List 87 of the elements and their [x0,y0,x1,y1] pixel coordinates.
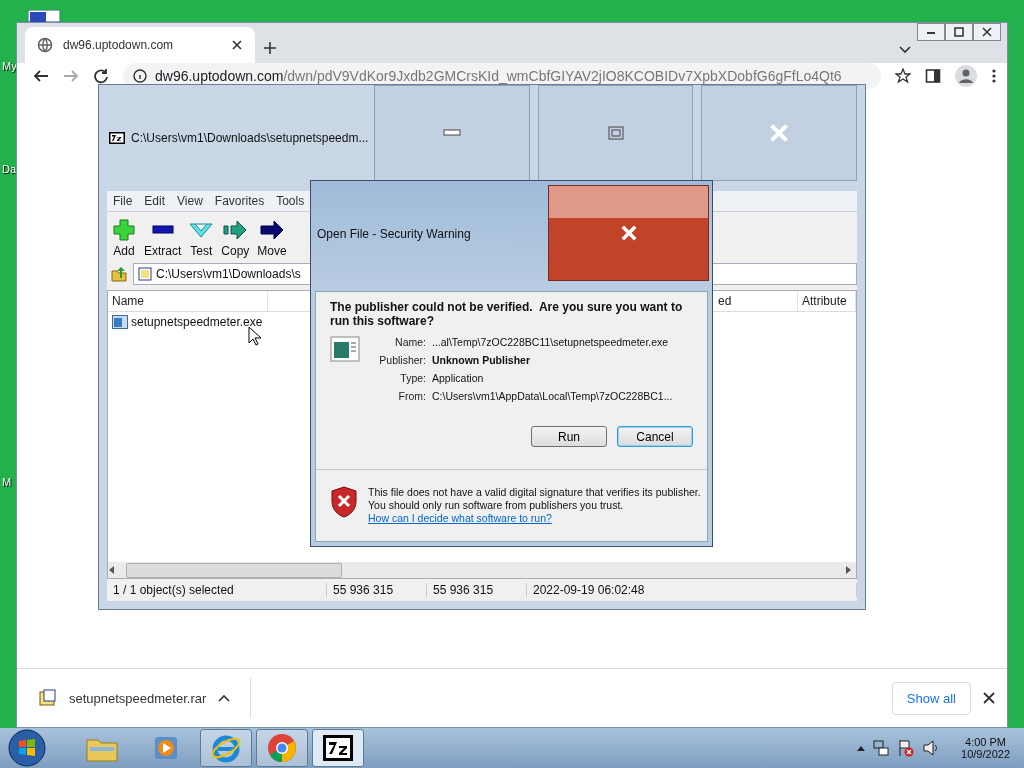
path-text: C:\Users\vm1\Downloads\s [156,267,301,281]
close-icon [770,124,789,142]
status-text: 1 / 1 object(s) selected [107,583,327,597]
column-header[interactable]: Name [108,291,268,311]
desktop-icon-label: Da [2,163,17,175]
field-label: Publisher: [378,354,426,366]
file-name-cell[interactable]: setupnetspeedmeter.exe [108,315,268,329]
close-icon [620,225,637,241]
url-text: dw96.uptodown.com/dwn/pdV9VdKor9Jxdb2GMCrsKId_wmCbfGIYAV2jIO8KCOBIDv7XpbXDobfG6gFfLo4Qt6 [155,68,842,84]
menu-item[interactable]: Tools [270,191,311,211]
menu-item[interactable]: Edit [138,191,172,211]
info-icon [133,69,147,83]
close-icon[interactable] [983,692,995,704]
folder-up-icon[interactable] [111,266,127,282]
scrollbar-thumb[interactable] [126,562,342,578]
arrow-right-icon [223,218,248,242]
minimize-icon [443,129,462,137]
toolbar-button[interactable]: Copy [218,212,253,262]
maximize-button[interactable] [945,23,973,41]
archive-file-icon [138,267,152,281]
toolbar-button[interactable]: Move [254,212,290,262]
new-tab-icon[interactable] [263,41,277,55]
desktop-icon-label: M [2,476,12,488]
media-player-icon[interactable] [152,734,180,762]
taskbar-button[interactable] [312,729,364,767]
status-text: 55 936 315 [327,583,427,597]
close-icon[interactable] [231,39,243,51]
dialog-button[interactable]: Run [531,426,607,447]
chevron-up-icon[interactable] [218,694,231,702]
program-file-icon [112,315,128,329]
speaker-icon[interactable] [923,740,940,756]
chevron-down-icon[interactable] [899,46,911,54]
application-icon [330,336,360,362]
close-icon [982,27,992,37]
desktop-icon-label: My [2,60,17,72]
field-value: C:\Users\vm1\AppData\Local\Temp\7zOC228BC1... [432,390,673,402]
menu-item[interactable]: Favorites [208,191,271,211]
menu-item[interactable]: View [171,191,209,211]
shield-error-icon [330,486,358,518]
profile-icon[interactable] [955,65,977,87]
toolbar-button[interactable]: Add [109,212,139,262]
globe-icon [37,37,53,53]
field-label: From: [397,390,426,402]
archive-app-icon [109,132,125,144]
more-icon[interactable] [991,68,997,84]
close-button[interactable] [973,23,1001,41]
field-label: Type: [399,372,426,384]
dialog-title: Open File - Security Warning [317,227,471,241]
plus-icon [112,218,136,242]
warning-text: This file does not have a valid digital signature that verifies its publisher. You should only run software from publishers you trust. [368,486,702,512]
star-icon[interactable] [895,68,911,84]
arrow-right-icon [260,218,285,242]
menu-item[interactable]: File [107,191,139,211]
help-link[interactable]: How can I decide what software to run? [368,512,703,525]
back-icon[interactable] [33,68,49,84]
start-button-icon[interactable] [8,729,46,767]
download-file-name[interactable]: setupnetspeedmeter.rar [69,690,207,706]
show-all-button[interactable]: Show all [891,681,971,715]
archive-file-icon [39,689,57,707]
field-value: Unknown Publisher [432,354,531,366]
maximize-icon [607,126,624,140]
scroll-right-icon[interactable] [844,566,852,574]
clock-time[interactable]: 4:00 PM [965,736,1006,748]
archive-app-icon[interactable] [322,734,354,762]
minimize-button[interactable] [917,23,945,41]
status-text: 2022-09-19 06:02:48 [527,583,857,597]
field-value: ...al\Temp\7zOC228BC11\setupnetspeedmeter.exe [432,336,670,348]
dialog-button[interactable]: Cancel [617,426,693,447]
chevron-up-icon[interactable] [857,745,866,751]
status-text: 55 936 315 [427,583,527,597]
scroll-left-icon[interactable] [108,566,116,574]
minimize-icon [926,29,936,35]
toolbar-button[interactable]: Extract [141,212,185,262]
toolbar-button[interactable]: Test [186,212,217,262]
field-label: Name: [394,336,426,348]
chrome-icon[interactable] [266,732,298,764]
side-panel-icon[interactable] [925,68,941,84]
column-header[interactable]: Attribute [798,291,856,311]
flag-error-icon[interactable] [897,739,916,757]
browser-tab[interactable]: dw96.uptodown.com [25,27,255,63]
window-title: C:\Users\vm1\Downloads\setupnetspeedm... [131,131,369,145]
reload-icon[interactable] [93,68,109,84]
clock-date[interactable]: 10/9/2022 [961,748,1010,760]
maximize-icon [954,27,964,37]
network-icon[interactable] [873,740,890,756]
warning-heading: The publisher could not be verified. Are you sure you want to run this software? [330,300,684,328]
field-value: Application [432,372,485,384]
